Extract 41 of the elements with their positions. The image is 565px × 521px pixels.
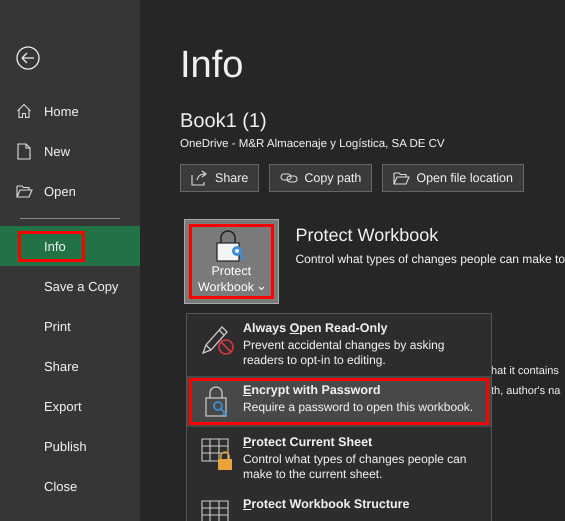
menu-item-description: Require a password to open this workbook. — [243, 400, 474, 415]
folder-icon — [16, 184, 32, 198]
action-button[interactable]: Open file location — [382, 164, 524, 192]
menu-item-description: Prevent accidental changes by asking readers to opt-in to editing. — [243, 338, 446, 368]
sidebar-item[interactable]: Home — [0, 91, 140, 131]
menu-item-title: Encrypt with Password — [243, 383, 382, 397]
menu-item[interactable]: Encrypt with Password Require a password to open this workbook. — [187, 376, 491, 427]
page-title: Info — [180, 43, 244, 88]
back-icon[interactable] — [16, 46, 40, 70]
sidebar-item[interactable]: Print — [0, 306, 140, 346]
document-name: Book1 (1) — [180, 109, 268, 134]
menu-item-title: Protect Current Sheet — [243, 435, 374, 449]
share-icon — [191, 170, 209, 186]
menu-item-description: Control what types of changes people can make to the current sheet. — [243, 452, 468, 482]
sidebar-item[interactable]: Share — [0, 346, 140, 386]
sidebar-item[interactable]: Open — [0, 171, 140, 211]
menu-item[interactable]: Always Open Read-Only Prevent accidental changes by asking readers to opt-in to editing. — [187, 314, 491, 376]
sidebar-item[interactable]: Close — [0, 466, 140, 506]
menu-item-title: Protect Workbook Structure — [243, 497, 410, 511]
home-icon — [16, 103, 32, 119]
menu-item[interactable]: Protect Current Sheet Control what types of changes people can make to the current sheet. — [187, 427, 491, 490]
action-button[interactable]: Copy path — [269, 164, 372, 192]
sidebar-item[interactable]: Save a Copy — [0, 266, 140, 306]
protect-workbook-button[interactable]: Protect Workbook — [184, 219, 278, 304]
sidebar-item[interactable]: New — [0, 131, 140, 171]
sidebar-item[interactable]: Publish — [0, 426, 140, 466]
lock-key-icon — [215, 228, 248, 262]
menu-item-title: Always Open Read-Only — [243, 321, 389, 335]
section-description: Control what types of changes people can make to — [296, 252, 565, 266]
menu-item[interactable]: Protect Workbook Structure — [187, 490, 491, 521]
sidebar-item[interactable]: Export — [0, 386, 140, 426]
sidebar-item[interactable]: Info — [0, 226, 140, 266]
description-text: th, author's na — [491, 384, 562, 399]
section-title: Protect Workbook — [296, 225, 440, 246]
action-button[interactable]: Share — [180, 164, 260, 192]
document-icon — [17, 142, 31, 160]
folder-icon — [393, 171, 410, 185]
document-location: OneDrive - M&R Almacenaje y Logística, SA DE CV — [180, 138, 446, 150]
description-text: hat it contains — [491, 364, 560, 379]
chevron-down-icon — [258, 286, 264, 290]
link-icon — [280, 172, 298, 184]
